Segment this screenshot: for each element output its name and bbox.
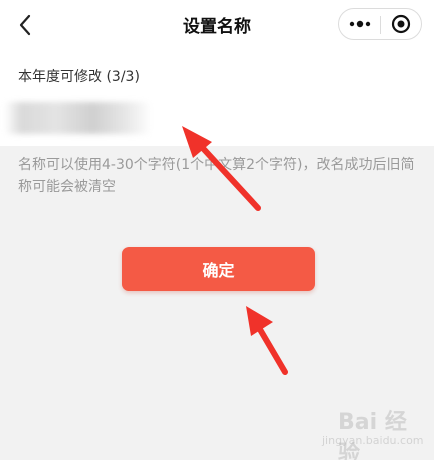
watermark-sub: jingyan.baidu.com bbox=[322, 434, 424, 447]
quota-label: 本年度可修改 (3/3) bbox=[18, 69, 140, 85]
more-button[interactable] bbox=[339, 9, 380, 39]
mini-program-capsule bbox=[338, 8, 422, 40]
navigation-bar: 设置名称 bbox=[0, 0, 434, 50]
arrow-to-confirm bbox=[246, 306, 288, 375]
target-close-icon bbox=[391, 14, 411, 34]
close-button[interactable] bbox=[381, 9, 422, 39]
name-rules-hint: 名称可以使用4-30个字符(1个中文算2个字符)，改名成功后旧简称可能会被清空 bbox=[18, 157, 415, 195]
more-dots-icon bbox=[349, 20, 371, 28]
confirm-button[interactable]: 确定 bbox=[122, 247, 315, 291]
name-form-section: 本年度可修改 (3/3) bbox=[0, 50, 434, 146]
watermark: Bai 经验 jingyan.baidu.com bbox=[316, 404, 426, 460]
blurred-name-value bbox=[4, 102, 152, 134]
watermark-text: Bai 经验 bbox=[338, 410, 407, 460]
